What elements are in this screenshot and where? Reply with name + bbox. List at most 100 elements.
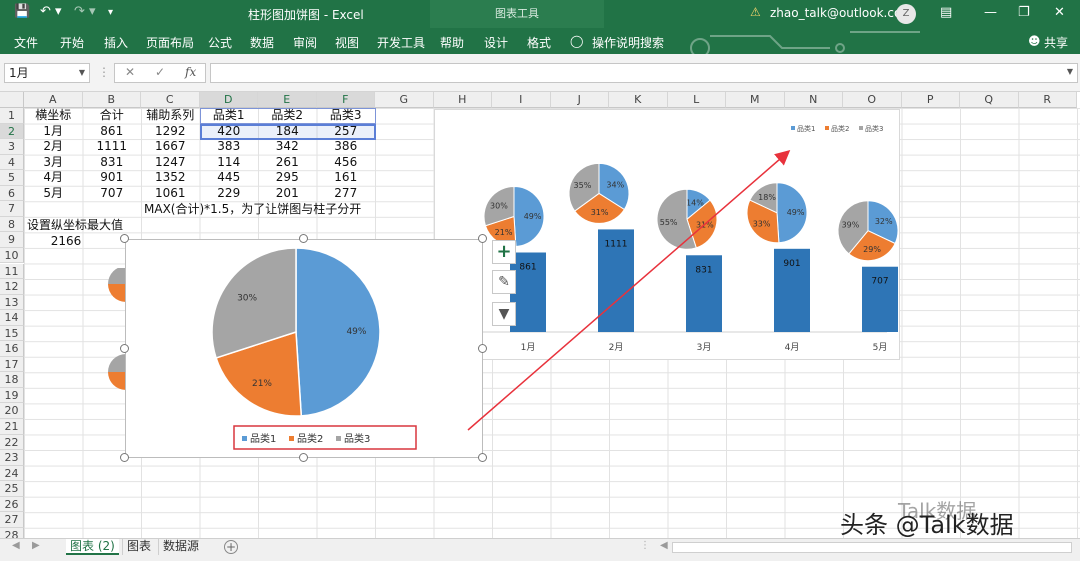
- resize-handle-nw[interactable]: [120, 234, 129, 243]
- tab-developer[interactable]: 开发工具: [377, 34, 425, 51]
- table-cell[interactable]: 5月: [24, 186, 83, 202]
- tell-me-search[interactable]: 操作说明搜索: [592, 34, 664, 51]
- row-header-7[interactable]: 7: [0, 201, 24, 217]
- row-header-22[interactable]: 22: [0, 434, 24, 451]
- column-header-c[interactable]: C: [141, 92, 200, 108]
- name-box[interactable]: 1月 ▼: [4, 63, 90, 83]
- customize-qat-icon[interactable]: ▾: [108, 7, 113, 18]
- tab-format[interactable]: 格式: [527, 34, 551, 51]
- table-cell[interactable]: 161: [317, 170, 376, 186]
- table-cell[interactable]: 1292: [141, 124, 200, 140]
- table-cell[interactable]: 861: [83, 124, 142, 140]
- chart-elements-button[interactable]: +: [492, 240, 516, 264]
- column-header-q[interactable]: Q: [960, 92, 1019, 108]
- tab-formulas[interactable]: 公式: [208, 34, 232, 51]
- table-cell[interactable]: 1111: [83, 139, 142, 155]
- table-cell[interactable]: 383: [200, 139, 259, 155]
- table-cell[interactable]: 295: [258, 170, 317, 186]
- cancel-icon[interactable]: ✕: [125, 65, 135, 79]
- expand-formula-icon[interactable]: ▼: [1067, 67, 1073, 76]
- table-cell[interactable]: 1667: [141, 139, 200, 155]
- table-header-cell[interactable]: 横坐标: [24, 108, 83, 124]
- column-header-g[interactable]: G: [375, 92, 434, 108]
- row-header-23[interactable]: 23: [0, 450, 24, 466]
- cell-a9[interactable]: 2166: [25, 234, 107, 250]
- enter-icon[interactable]: ✓: [155, 65, 165, 79]
- table-cell[interactable]: 1061: [141, 186, 200, 202]
- resize-handle-sw[interactable]: [120, 453, 129, 462]
- column-header-o[interactable]: O: [843, 92, 902, 108]
- table-cell[interactable]: 257: [317, 124, 376, 140]
- table-cell[interactable]: 901: [83, 170, 142, 186]
- column-header-d[interactable]: D: [199, 92, 258, 108]
- tab-help[interactable]: 帮助: [440, 34, 464, 51]
- table-cell[interactable]: 420: [200, 124, 259, 140]
- share-button[interactable]: 共享: [1044, 34, 1068, 51]
- row-header-27[interactable]: 27: [0, 512, 24, 528]
- chart-styles-button[interactable]: ✎: [492, 270, 516, 294]
- pie-chart[interactable]: 49% 21% 30% 品类1 品类2 品类3: [125, 239, 483, 458]
- column-header-r[interactable]: R: [1018, 92, 1077, 108]
- row-header-9[interactable]: 9: [0, 232, 24, 248]
- row-header-12[interactable]: 12: [0, 279, 24, 295]
- tab-view[interactable]: 视图: [335, 34, 359, 51]
- row-header-13[interactable]: 13: [0, 294, 24, 311]
- resize-handle-w[interactable]: [120, 344, 129, 353]
- column-header-l[interactable]: L: [667, 92, 726, 108]
- tab-review[interactable]: 审阅: [293, 34, 317, 51]
- tab-home[interactable]: 开始: [60, 34, 84, 51]
- undo-icon[interactable]: ↶ ▾: [40, 4, 62, 19]
- row-header-10[interactable]: 10: [0, 247, 24, 264]
- redo-icon[interactable]: ↷ ▾: [74, 4, 96, 19]
- column-header-j[interactable]: J: [550, 92, 609, 108]
- row-header-4[interactable]: 4: [0, 154, 24, 171]
- sheet-tab-chart[interactable]: 图表: [122, 539, 155, 555]
- prev-sheet-icon[interactable]: ◀: [12, 540, 20, 551]
- sheet-tab-datasource[interactable]: 数据源: [158, 539, 203, 555]
- tab-data[interactable]: 数据: [250, 34, 274, 51]
- resize-handle-s[interactable]: [299, 453, 308, 462]
- table-cell[interactable]: 831: [83, 155, 142, 171]
- table-cell[interactable]: 1352: [141, 170, 200, 186]
- row-header-5[interactable]: 5: [0, 170, 24, 186]
- column-header-m[interactable]: M: [726, 92, 785, 108]
- column-header-k[interactable]: K: [609, 92, 668, 108]
- table-header-cell[interactable]: 品类2: [258, 108, 317, 124]
- table-cell[interactable]: 3月: [24, 155, 83, 171]
- table-cell[interactable]: 201: [258, 186, 317, 202]
- chevron-down-icon[interactable]: ▼: [79, 64, 85, 82]
- table-cell[interactable]: 277: [317, 186, 376, 202]
- horizontal-scrollbar[interactable]: [672, 542, 1072, 553]
- table-header-cell[interactable]: 辅助系列: [141, 108, 200, 124]
- minimize-icon[interactable]: —: [984, 5, 997, 20]
- row-header-15[interactable]: 15: [0, 325, 24, 342]
- add-sheet-button[interactable]: +: [224, 540, 238, 554]
- table-header-cell[interactable]: 品类1: [200, 108, 259, 124]
- insert-function-icon[interactable]: fx: [185, 65, 196, 79]
- resize-handle-e[interactable]: [478, 344, 487, 353]
- row-header-3[interactable]: 3: [0, 139, 24, 155]
- row-header-26[interactable]: 26: [0, 496, 24, 513]
- column-header-b[interactable]: B: [82, 92, 141, 108]
- table-cell[interactable]: 386: [317, 139, 376, 155]
- row-header-16[interactable]: 16: [0, 341, 24, 357]
- table-header-cell[interactable]: 合计: [83, 108, 142, 124]
- sheet-tab-chart2[interactable]: 图表 (2): [66, 539, 119, 555]
- column-header-i[interactable]: I: [492, 92, 551, 108]
- row-header-6[interactable]: 6: [0, 185, 24, 202]
- close-icon[interactable]: ✕: [1054, 5, 1065, 20]
- user-account[interactable]: zhao_talk@outlook.com: [770, 6, 913, 20]
- resize-handle-n[interactable]: [299, 234, 308, 243]
- table-cell[interactable]: 2月: [24, 139, 83, 155]
- tab-page-layout[interactable]: 页面布局: [146, 34, 194, 51]
- select-all-corner[interactable]: [0, 92, 24, 108]
- table-cell[interactable]: 184: [258, 124, 317, 140]
- table-header-cell[interactable]: 品类3: [317, 108, 376, 124]
- table-cell[interactable]: 114: [200, 155, 259, 171]
- column-header-f[interactable]: F: [316, 92, 375, 108]
- table-cell[interactable]: 1月: [24, 124, 83, 140]
- row-header-18[interactable]: 18: [0, 372, 24, 388]
- tab-design[interactable]: 设计: [484, 34, 508, 51]
- table-cell[interactable]: 1247: [141, 155, 200, 171]
- save-icon[interactable]: 💾: [14, 4, 30, 19]
